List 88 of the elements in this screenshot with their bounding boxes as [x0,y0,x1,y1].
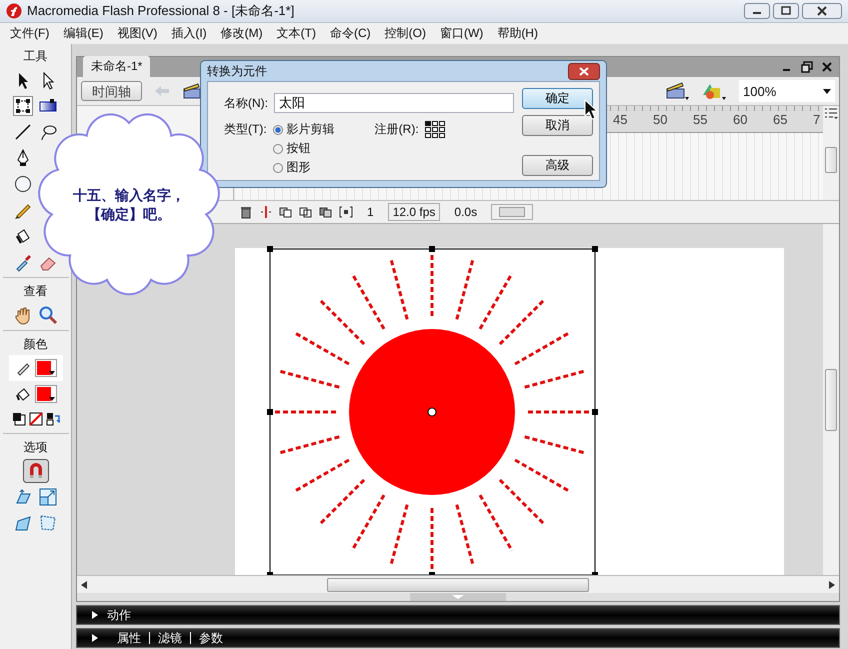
scrollbar[interactable] [77,575,839,593]
dropdown-arrow-icon [48,397,54,401]
field-label: 注册(R): [374,121,419,138]
callout-text: 十五、输入名字， 【确定】吧。 [72,187,186,225]
close-icon[interactable] [802,3,842,19]
menu-item[interactable]: 视图(V) [117,25,158,42]
close-icon[interactable] [568,62,600,80]
center-frame-icon[interactable] [259,205,273,219]
expand-arrow-icon[interactable] [91,633,99,643]
menu-item[interactable]: 修改(M) [220,25,263,42]
no-color-icon[interactable] [28,412,42,426]
menu-item[interactable]: 文本(T) [276,25,316,42]
caret-icon [823,88,831,94]
frame-number: 55 [693,112,708,126]
scroll-left-icon[interactable] [81,580,87,588]
minimize-icon[interactable] [744,3,770,19]
frame-number: 65 [773,112,788,126]
edit-scene-icon[interactable] [665,81,691,101]
frame-number: 50 [653,112,668,126]
restore-icon[interactable] [801,61,813,73]
menu-item[interactable]: 文件(F) [10,25,50,42]
color-swatch[interactable] [34,359,56,377]
name-field[interactable]: 太阳 [274,93,514,113]
panel-tab[interactable]: 属性 [117,630,141,646]
radio-option[interactable]: 按钮 [272,140,335,157]
envelope-icon[interactable] [38,513,58,533]
scene-icon [182,83,202,99]
maximize-icon[interactable] [773,3,799,19]
onion-markers-icon[interactable] [339,205,353,219]
free-transform-icon[interactable] [13,96,33,116]
swap-colors-icon[interactable] [46,412,60,426]
onion-skin-icon[interactable] [279,205,293,219]
paint-bucket-icon [14,386,30,402]
transform-point[interactable] [428,408,436,416]
section-heading: 选项 [24,439,48,456]
expand-arrow-icon[interactable] [91,610,99,620]
dialog-title: 转换为元件 [207,62,267,80]
scale-icon[interactable] [38,487,58,507]
menu-item[interactable]: 控制(O) [384,25,426,42]
app-logo-icon [6,3,22,19]
radio-option[interactable]: 图形 [272,159,335,176]
registration-grid-icon[interactable] [424,121,446,139]
field-label: 类型(T): [224,121,267,138]
panel-bar[interactable]: 动作 [76,605,840,625]
frame-number: 45 [613,112,628,126]
pointer-icon [584,99,600,121]
dropdown-arrow-icon [48,371,54,375]
timeline-menu-icon[interactable] [824,106,838,120]
panel-tab[interactable]: 动作 [107,606,131,624]
menu-item[interactable]: 窗口(W) [440,25,484,42]
magnet-icon[interactable] [22,459,48,483]
radio-option[interactable]: 影片剪辑 [272,121,335,138]
edit-frames-icon[interactable] [319,205,333,219]
close-icon[interactable] [821,61,833,73]
zoom-dropdown[interactable]: 100% [739,80,835,102]
current-frame: 1 [359,205,382,219]
frame-rate: 12.0 fps [388,203,440,221]
oval-tool-icon[interactable] [13,174,33,194]
trash-icon[interactable] [239,205,253,219]
panel-tab[interactable]: 参数 [199,630,223,646]
search-icon[interactable] [38,305,58,325]
scrollbar[interactable] [823,224,839,575]
menu-item[interactable]: 命令(C) [330,25,371,42]
frame-number: 7 [813,112,822,126]
onion-outline-icon[interactable] [299,205,313,219]
menu-item[interactable]: 插入(I) [171,25,207,42]
menu-item[interactable]: 编辑(E) [63,25,104,42]
field-label: 名称(N): [224,94,268,112]
section-heading: 查看 [24,283,48,300]
panel-tab[interactable]: 滤镜 [158,630,182,646]
document-tab[interactable]: 未命名-1* [83,56,150,77]
line-tool-icon[interactable] [13,122,33,142]
timeline-button[interactable]: 时间轴 [81,81,142,101]
scrollbar[interactable] [491,204,534,220]
menu-item[interactable]: 帮助(H) [497,25,538,42]
dialog-button[interactable]: 高级 [522,155,593,176]
panel-bar[interactable]: 属性 滤镜 参数 [76,628,840,648]
frame-number: 60 [733,112,748,126]
color-swatch[interactable] [34,385,56,403]
dialog-button[interactable]: 确定 [522,88,593,109]
collapse-handle-icon[interactable] [410,593,506,601]
default-colors-icon[interactable] [12,412,26,426]
section-heading: 颜色 [24,336,48,353]
scroll-right-icon[interactable] [829,580,835,588]
dialog-button[interactable]: 取消 [522,115,593,136]
panel-heading: 工具 [24,48,48,65]
window-title: Macromedia Flash Professional 8 - [未命名-1*] [27,2,294,20]
elapsed-time: 0.0s [453,205,478,219]
